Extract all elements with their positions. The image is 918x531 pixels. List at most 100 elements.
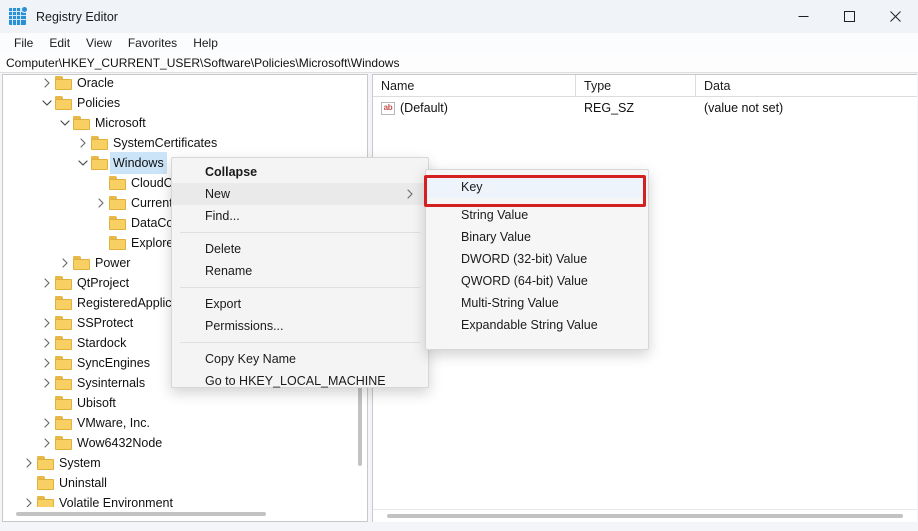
tree-item-systemcertificates[interactable]: SystemCertificates bbox=[3, 133, 355, 153]
submenu-arrow-icon bbox=[406, 189, 414, 199]
address-bar[interactable]: Computer\HKEY_CURRENT_USER\Software\Poli… bbox=[0, 53, 918, 73]
column-header-type[interactable]: Type bbox=[576, 75, 696, 97]
chevron-right-icon[interactable] bbox=[39, 273, 55, 293]
column-header-data[interactable]: Data bbox=[696, 75, 917, 97]
folder-icon bbox=[55, 356, 72, 370]
context-menu-item-collapse[interactable]: Collapse bbox=[172, 161, 428, 183]
submenu-item-label: Key bbox=[461, 180, 483, 194]
tree-item-microsoft[interactable]: Microsoft bbox=[3, 113, 355, 133]
chevron-right-icon[interactable] bbox=[39, 333, 55, 353]
context-menu-separator bbox=[180, 232, 420, 233]
folder-icon bbox=[109, 176, 126, 190]
context-menu-item-copy-key-name[interactable]: Copy Key Name bbox=[172, 348, 428, 370]
context-menu-item-find[interactable]: Find... bbox=[172, 205, 428, 227]
chevron-right-icon[interactable] bbox=[75, 133, 91, 153]
folder-icon bbox=[55, 96, 72, 110]
chevron-right-icon[interactable] bbox=[39, 313, 55, 333]
menu-file[interactable]: File bbox=[6, 35, 41, 51]
context-menu-item-permissions[interactable]: Permissions... bbox=[172, 315, 428, 337]
tree-item-label: Policies bbox=[77, 96, 121, 110]
folder-icon bbox=[37, 496, 54, 507]
tree-item-volatile-environment[interactable]: Volatile Environment bbox=[3, 493, 355, 507]
values-row-data: (value not set) bbox=[704, 101, 784, 115]
menu-bar: File Edit View Favorites Help bbox=[0, 33, 918, 53]
submenu-item-key[interactable]: Key bbox=[426, 176, 648, 198]
chevron-right-icon[interactable] bbox=[57, 253, 73, 273]
tree-item-label: SyncEngines bbox=[77, 356, 150, 370]
maximize-icon[interactable] bbox=[826, 0, 872, 33]
context-menu-item-label: New bbox=[205, 187, 231, 201]
chevron-right-icon[interactable] bbox=[39, 75, 55, 93]
folder-icon bbox=[55, 416, 72, 430]
folder-icon bbox=[55, 376, 72, 390]
chevron-down-icon[interactable] bbox=[57, 113, 73, 133]
submenu-item-dword-32-bit-value[interactable]: DWORD (32-bit) Value bbox=[426, 248, 648, 270]
tree-item-label: VMware, Inc. bbox=[77, 416, 150, 430]
submenu-item-label: Multi-String Value bbox=[461, 296, 559, 310]
values-row-name: (Default) bbox=[400, 101, 448, 115]
menu-edit[interactable]: Edit bbox=[41, 35, 78, 51]
context-menu-item-rename[interactable]: Rename bbox=[172, 260, 428, 282]
context-menu-item-new[interactable]: New bbox=[172, 183, 428, 205]
menu-favorites[interactable]: Favorites bbox=[120, 35, 185, 51]
tree-horizontal-scrollbar[interactable] bbox=[4, 508, 366, 520]
chevron-right-icon[interactable] bbox=[39, 373, 55, 393]
values-list: ab (Default) REG_SZ (value not set) bbox=[373, 97, 917, 119]
tree-item-label: Uninstall bbox=[59, 476, 107, 490]
context-menu-item-label: Delete bbox=[205, 242, 242, 256]
chevron-right-icon[interactable] bbox=[39, 413, 55, 433]
values-horizontal-scrollbar[interactable] bbox=[373, 509, 917, 522]
submenu-item-label: Expandable String Value bbox=[461, 318, 598, 332]
tree-hscroll-thumb[interactable] bbox=[16, 512, 266, 516]
window-title: Registry Editor bbox=[36, 9, 118, 24]
chevron-right-icon[interactable] bbox=[39, 433, 55, 453]
tree-item-label: Oracle bbox=[77, 76, 114, 90]
tree-item-system[interactable]: System bbox=[3, 453, 355, 473]
tree-item-ubisoft[interactable]: Ubisoft bbox=[3, 393, 355, 413]
context-menu-item-go-to-hkey-local-machine[interactable]: Go to HKEY_LOCAL_MACHINE bbox=[172, 370, 428, 392]
submenu-item-string-value[interactable]: String Value bbox=[426, 204, 648, 226]
tree-item-label: Sysinternals bbox=[77, 376, 146, 390]
context-menu-separator bbox=[180, 287, 420, 288]
close-icon[interactable] bbox=[872, 0, 918, 33]
tree-item-policies[interactable]: Policies bbox=[3, 93, 355, 113]
context-menu-item-export[interactable]: Export bbox=[172, 293, 428, 315]
submenu-item-expandable-string-value[interactable]: Expandable String Value bbox=[426, 314, 648, 336]
folder-icon bbox=[55, 76, 72, 90]
submenu-item-label: DWORD (32-bit) Value bbox=[461, 252, 588, 266]
registry-editor-window: Registry Editor File Edit View Favorites… bbox=[0, 0, 918, 531]
folder-icon bbox=[55, 276, 72, 290]
chevron-right-icon[interactable] bbox=[39, 353, 55, 373]
context-menu-separator bbox=[180, 342, 420, 343]
submenu-item-qword-64-bit-value[interactable]: QWORD (64-bit) Value bbox=[426, 270, 648, 292]
tree-item-label: QtProject bbox=[77, 276, 130, 290]
menu-help[interactable]: Help bbox=[185, 35, 226, 51]
submenu-item-multi-string-value[interactable]: Multi-String Value bbox=[426, 292, 648, 314]
context-menu-item-label: Permissions... bbox=[205, 319, 284, 333]
tree-item-wow6432node[interactable]: Wow6432Node bbox=[3, 433, 355, 453]
chevron-right-icon[interactable] bbox=[93, 193, 109, 213]
submenu-item-binary-value[interactable]: Binary Value bbox=[426, 226, 648, 248]
chevron-right-icon[interactable] bbox=[21, 453, 37, 473]
tree-item-label: SystemCertificates bbox=[113, 136, 218, 150]
tree-item-uninstall[interactable]: Uninstall bbox=[3, 473, 355, 493]
context-menu-item-label: Copy Key Name bbox=[205, 352, 297, 366]
column-header-name[interactable]: Name bbox=[373, 75, 576, 97]
submenu-item-label: String Value bbox=[461, 208, 529, 222]
minimize-icon[interactable] bbox=[780, 0, 826, 33]
values-row[interactable]: ab (Default) REG_SZ (value not set) bbox=[373, 97, 917, 119]
menu-view[interactable]: View bbox=[78, 35, 120, 51]
tree-item-label: Windows bbox=[110, 152, 167, 174]
chevron-right-icon[interactable] bbox=[21, 493, 37, 507]
values-hscroll-thumb[interactable] bbox=[387, 514, 903, 518]
context-menu: Collapse New Find... Delete Rename Export Perm… bbox=[171, 157, 429, 388]
context-menu-item-delete[interactable]: Delete bbox=[172, 238, 428, 260]
folder-icon bbox=[55, 316, 72, 330]
context-menu-item-label: Export bbox=[205, 297, 242, 311]
title-bar-left: Registry Editor bbox=[0, 6, 118, 25]
chevron-down-icon[interactable] bbox=[39, 93, 55, 113]
tree-item-vmware-inc[interactable]: VMware, Inc. bbox=[3, 413, 355, 433]
chevron-down-icon[interactable] bbox=[75, 153, 91, 173]
tree-item-oracle[interactable]: Oracle bbox=[3, 75, 355, 93]
